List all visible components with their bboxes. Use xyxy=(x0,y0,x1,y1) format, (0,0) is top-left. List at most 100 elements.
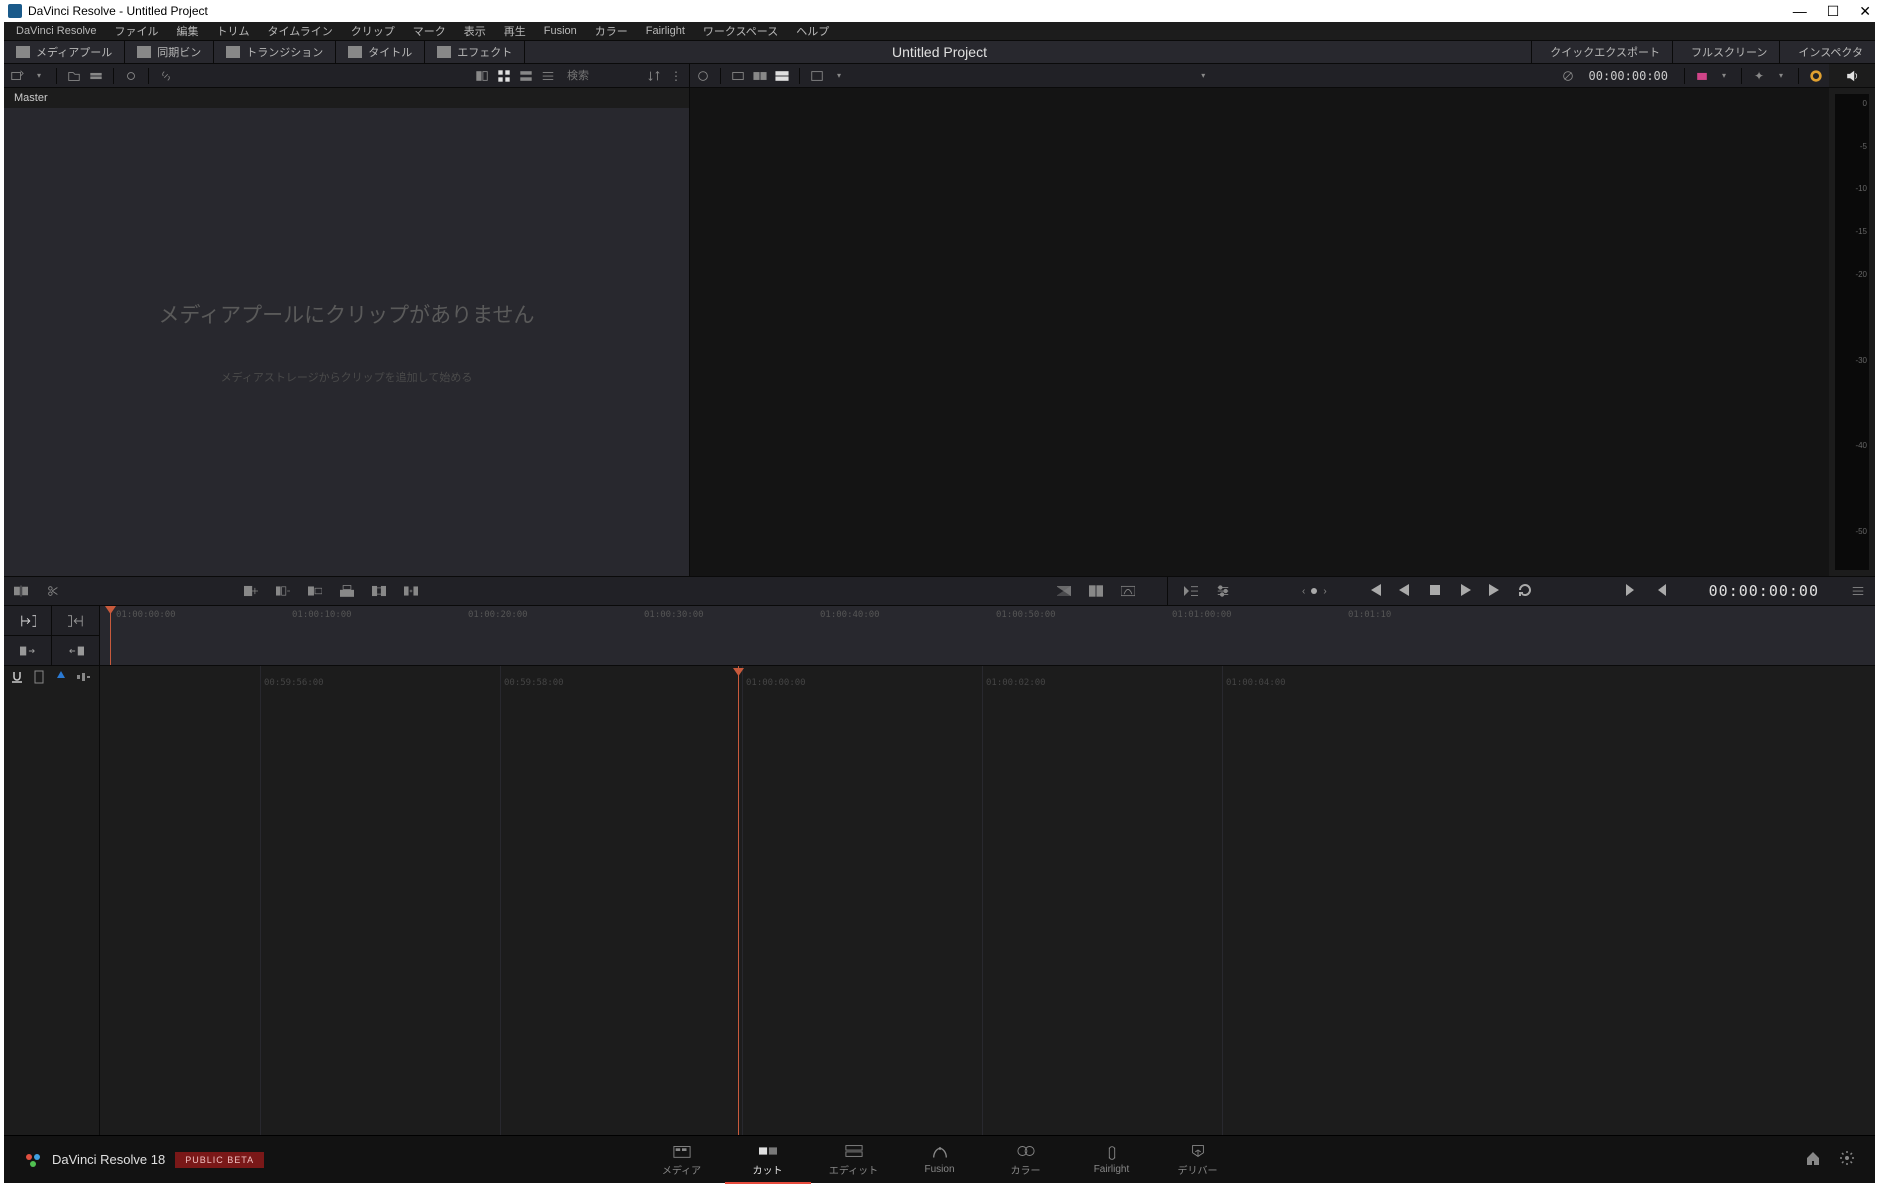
viewer-area[interactable] xyxy=(690,88,1829,576)
audio-track-icon[interactable] xyxy=(76,670,90,684)
metadata-view-icon[interactable] xyxy=(473,67,491,85)
source-mode-icon[interactable] xyxy=(729,67,747,85)
page-tab-メディア[interactable]: メディア xyxy=(639,1136,725,1184)
timeline-overview-ruler[interactable]: 01:00:00:0001:00:10:0001:00:20:0001:00:3… xyxy=(100,606,1875,665)
transitions-button[interactable]: トランジション xyxy=(214,41,336,63)
menu-trim[interactable]: トリム xyxy=(209,22,258,40)
quick-export-button[interactable]: クイックエクスポート xyxy=(1531,41,1673,63)
list-view-icon[interactable] xyxy=(539,67,557,85)
split-icon[interactable] xyxy=(44,582,62,600)
sort-icon[interactable] xyxy=(645,67,663,85)
media-pool-button[interactable]: メディアプール xyxy=(4,41,125,63)
speaker-icon[interactable] xyxy=(1843,67,1861,85)
menu-color[interactable]: カラー xyxy=(587,22,636,40)
menu-mark[interactable]: マーク xyxy=(405,22,454,40)
media-pool-area[interactable]: メディアプールにクリップがありません メディアストレージからクリップを追加して始… xyxy=(4,108,689,576)
overview-playhead[interactable] xyxy=(110,606,111,665)
smooth-cut-icon[interactable] xyxy=(1119,582,1137,600)
next-edit-button[interactable] xyxy=(1623,582,1639,601)
page-tab-カット[interactable]: カット xyxy=(725,1136,811,1184)
camera-lock-icon[interactable] xyxy=(1693,67,1711,85)
maximize-button[interactable]: ☐ xyxy=(1827,3,1840,20)
breadcrumb[interactable]: Master xyxy=(4,88,689,108)
menu-fusion[interactable]: Fusion xyxy=(536,24,585,38)
loop-button[interactable] xyxy=(1517,582,1533,601)
menu-workspace[interactable]: ワークスペース xyxy=(695,22,786,40)
page-tab-エディット[interactable]: エディット xyxy=(811,1136,897,1184)
safe-area-icon[interactable] xyxy=(808,67,826,85)
menu-clip[interactable]: クリップ xyxy=(343,22,403,40)
page-tab-fairlight[interactable]: Fairlight xyxy=(1069,1136,1155,1184)
play-button[interactable] xyxy=(1457,582,1473,601)
place-on-top-icon[interactable] xyxy=(338,582,356,600)
play-reverse-button[interactable] xyxy=(1397,582,1413,601)
resolution-dropdown-icon[interactable]: ▾ xyxy=(1194,67,1212,85)
close-up-icon[interactable] xyxy=(306,582,324,600)
page-tab-デリバー[interactable]: デリバー xyxy=(1155,1136,1241,1184)
tools-icon[interactable]: ✦ xyxy=(1750,67,1768,85)
search-input[interactable] xyxy=(561,68,641,84)
import-media-icon[interactable] xyxy=(8,67,26,85)
safe-area-dropdown-icon[interactable]: ▾ xyxy=(830,67,848,85)
append-icon[interactable] xyxy=(242,582,260,600)
timeline-menu-icon[interactable] xyxy=(1849,582,1867,600)
page-tab-カラー[interactable]: カラー xyxy=(983,1136,1069,1184)
link-icon[interactable] xyxy=(157,67,175,85)
stop-button[interactable] xyxy=(1427,582,1443,601)
marker-icon[interactable] xyxy=(32,670,46,684)
trim-mode-c-icon[interactable] xyxy=(4,636,52,665)
sliders-icon[interactable] xyxy=(1214,582,1232,600)
fit-to-fill-icon[interactable] xyxy=(402,582,420,600)
menu-view[interactable]: 表示 xyxy=(456,22,494,40)
trim-mode-a-icon[interactable] xyxy=(4,606,52,635)
jump-end-button[interactable] xyxy=(1487,582,1503,601)
source-overwrite-icon[interactable] xyxy=(370,582,388,600)
effects-button[interactable]: エフェクト xyxy=(425,41,525,63)
tools-dropdown-icon[interactable]: ▾ xyxy=(1772,67,1790,85)
fullscreen-button[interactable]: フルスクリーン xyxy=(1673,41,1780,63)
transport-timecode[interactable]: 00:00:00:00 xyxy=(1709,582,1819,600)
color-wheel-icon[interactable] xyxy=(1807,67,1825,85)
dissolve-icon[interactable] xyxy=(1055,582,1073,600)
timeline-detail-ruler[interactable]: 00:59:56:0000:59:58:0001:00:00:0001:00:0… xyxy=(100,666,1875,1135)
snap-icon[interactable] xyxy=(10,670,24,684)
bypass-grades-icon[interactable] xyxy=(1559,67,1577,85)
prev-clip-icon[interactable]: ‹ xyxy=(1302,586,1305,597)
trim-mode-b-icon[interactable] xyxy=(52,606,99,635)
menu-davinci[interactable]: DaVinci Resolve xyxy=(8,24,105,38)
video-track-icon[interactable] xyxy=(54,670,68,684)
settings-button[interactable] xyxy=(1839,1150,1855,1169)
inspector-button[interactable]: インスペクタ xyxy=(1780,41,1875,63)
tape-mode-icon[interactable] xyxy=(751,67,769,85)
menu-timeline[interactable]: タイムライン xyxy=(260,22,341,40)
detail-playhead[interactable] xyxy=(738,666,739,1135)
sync-clips-icon[interactable] xyxy=(122,67,140,85)
strip-view-icon[interactable] xyxy=(517,67,535,85)
camera-dropdown-icon[interactable]: ▾ xyxy=(1715,67,1733,85)
boring-detector-icon[interactable] xyxy=(694,67,712,85)
menu-file[interactable]: ファイル xyxy=(107,22,167,40)
menu-help[interactable]: ヘルプ xyxy=(788,22,837,40)
minimize-button[interactable]: — xyxy=(1793,3,1807,19)
menu-fairlight[interactable]: Fairlight xyxy=(638,24,693,38)
trim-mode-d-icon[interactable] xyxy=(52,636,99,665)
sync-bin-button[interactable]: 同期ビン xyxy=(125,41,214,63)
new-bin-icon[interactable] xyxy=(65,67,83,85)
close-button[interactable]: ✕ xyxy=(1859,3,1871,20)
import-dropdown-icon[interactable]: ▾ xyxy=(30,67,48,85)
page-tab-fusion[interactable]: Fusion xyxy=(897,1136,983,1184)
timeline-mode-icon[interactable] xyxy=(773,67,791,85)
new-timeline-icon[interactable] xyxy=(87,67,105,85)
options-icon[interactable]: ⋮ xyxy=(667,67,685,85)
menu-edit[interactable]: 編集 xyxy=(169,22,207,40)
ripple-overwrite-icon[interactable] xyxy=(274,582,292,600)
menu-playback[interactable]: 再生 xyxy=(496,22,534,40)
titles-button[interactable]: タイトル xyxy=(336,41,425,63)
prev-edit-button[interactable] xyxy=(1653,582,1669,601)
smart-insert-icon[interactable] xyxy=(12,582,30,600)
timeline-options-icon[interactable] xyxy=(1182,582,1200,600)
home-button[interactable] xyxy=(1805,1150,1821,1169)
jump-start-button[interactable] xyxy=(1367,582,1383,601)
next-clip-icon[interactable]: › xyxy=(1323,586,1326,597)
thumbnail-view-icon[interactable] xyxy=(495,67,513,85)
